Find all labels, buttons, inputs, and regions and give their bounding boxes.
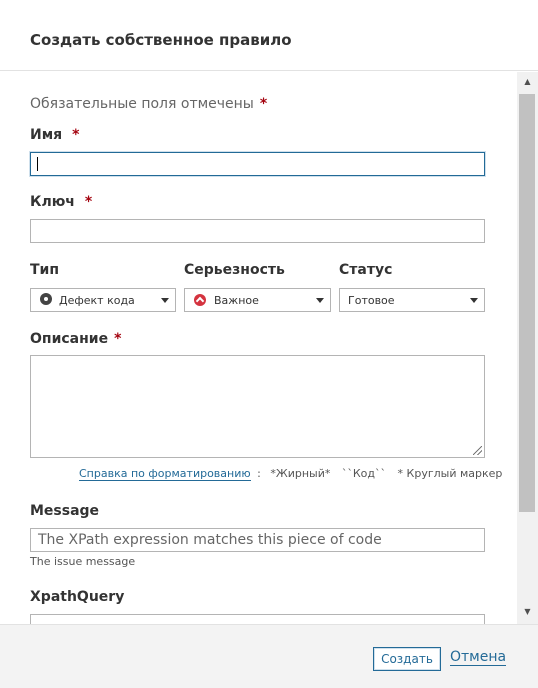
scroll-up-arrow-icon[interactable]: ▲ [517,72,538,92]
name-label-text: Имя [30,127,63,143]
description-textarea[interactable] [30,355,485,458]
major-severity-icon [194,294,206,306]
scroll-thumb[interactable] [519,94,535,512]
key-label: Ключ * [30,194,92,210]
required-asterisk: * [259,96,268,112]
description-label-text: Описание [30,331,109,347]
key-required-asterisk: * [84,194,93,210]
chevron-down-icon [470,298,478,303]
dialog-footer: Создать Отмена [0,624,538,688]
status-label: Статус [339,262,393,278]
required-fields-note: Обязательные поля отмечены * [30,96,267,112]
scroll-down-arrow-icon[interactable]: ▼ [517,602,538,622]
severity-select-value: Важное [214,294,259,307]
type-select[interactable]: Дефект кода [30,288,176,312]
formatting-code-hint: ``Код`` [341,467,387,480]
key-label-text: Ключ [30,194,75,210]
status-select-value: Готовое [348,294,395,307]
name-label: Имя * [30,127,79,143]
formatting-separator: : [257,467,261,480]
message-label: Message [30,503,100,519]
description-required-asterisk: * [114,331,122,347]
key-input[interactable] [30,219,485,243]
status-select[interactable]: Готовое [339,288,485,312]
type-label: Тип [30,262,60,278]
bug-icon [40,293,52,305]
dialog-header: Создать собственное правило [0,0,538,71]
message-help-text: The issue message [30,555,136,568]
severity-label: Серьезность [184,262,285,278]
formatting-bold-hint: *Жирный* [270,467,331,480]
formatting-help: Справка по форматированию : *Жирный* ``К… [79,467,503,481]
name-required-asterisk: * [72,127,80,143]
xpath-label: XpathQuery [30,589,125,605]
dialog-body: Обязательные поля отмечены * Имя * Ключ * Т… [0,72,538,624]
message-input[interactable]: The XPath expression matches this piece … [30,528,485,552]
xpath-input[interactable] [30,614,485,624]
create-button[interactable]: Создать [373,647,441,671]
chevron-down-icon [316,298,324,303]
description-label: Описание * [30,331,121,347]
name-input[interactable] [30,152,485,176]
scrollbar[interactable]: ▲ ▼ [517,72,538,624]
severity-select[interactable]: Важное [184,288,331,312]
type-select-value: Дефект кода [59,294,135,307]
cancel-link[interactable]: Отмена [450,650,507,666]
formatting-help-link[interactable]: Справка по форматированию [79,467,251,481]
required-note-text: Обязательные поля отмечены [30,96,254,112]
formatting-bullet-hint: * Круглый маркер [397,467,503,480]
chevron-down-icon [161,298,169,303]
resize-handle[interactable] [473,446,482,455]
text-caret [37,157,38,171]
message-input-text: The XPath expression matches this piece … [38,532,382,548]
dialog-title: Создать собственное правило [30,31,292,49]
